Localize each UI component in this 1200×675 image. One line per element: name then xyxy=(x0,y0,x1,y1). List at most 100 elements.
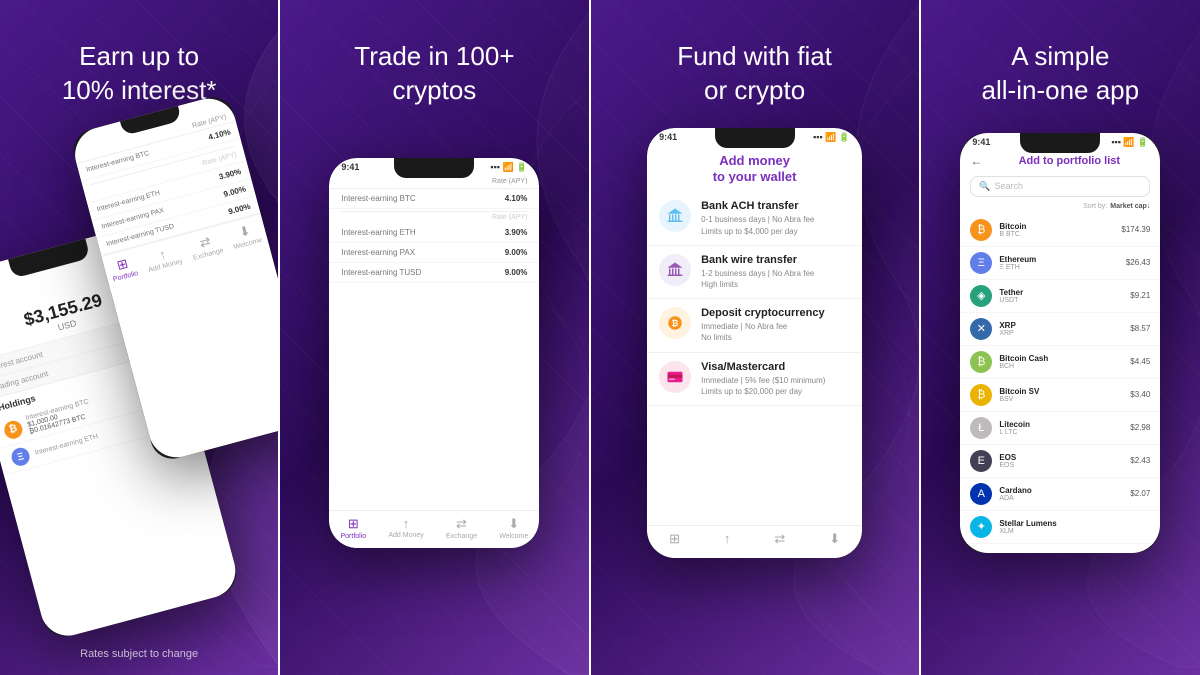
sort-arrow-icon[interactable]: ↓ xyxy=(1147,203,1151,210)
rate-header-3: Rate (APY) xyxy=(477,178,527,185)
eth-crypto-info: Ethereum Ξ ETH xyxy=(999,255,1126,271)
xrp-crypto-info: XRP XRP xyxy=(999,321,1130,337)
welcome-icon-3: ⬇ xyxy=(508,516,519,532)
list-item-xrp[interactable]: ✕ XRP XRP $8.57 xyxy=(960,313,1160,346)
ltc-coin-icon: Ł xyxy=(970,417,992,439)
btc-row-3: Interest-earning BTC 4.10% xyxy=(329,189,539,209)
phone-mockup-5: 9:41 ▪▪▪ 📶 🔋 ← Add to portfolio list 🔍 S… xyxy=(960,133,1160,553)
nav-3-4[interactable]: ⇄ xyxy=(774,531,785,548)
nav-add-3[interactable]: ↑ Add Money xyxy=(388,516,423,539)
nav-2-4[interactable]: ↑ xyxy=(724,531,731,547)
list-item-bch[interactable]: ₿ Bitcoin Cash BCH $4.45 xyxy=(960,346,1160,379)
nav-1-4[interactable]: ⊞ xyxy=(669,531,680,548)
xlm-ticker: XLM xyxy=(999,528,1150,535)
xlm-coin-icon: ✦ xyxy=(970,516,992,538)
wire-desc: 1-2 business days | No Abra feeHigh limi… xyxy=(701,268,814,290)
card-option[interactable]: Visa/Mastercard Immediate | 5% fee ($10 … xyxy=(647,353,862,406)
back-arrow[interactable]: ← xyxy=(970,154,982,168)
exchange-icon: ⇄ xyxy=(198,233,213,251)
list-item-usdt[interactable]: ◈ Tether USDT $9.21 xyxy=(960,280,1160,313)
pax-name-3: Interest-earning PAX xyxy=(341,248,477,257)
list-item-eth[interactable]: Ξ Ethereum Ξ ETH $26.43 xyxy=(960,247,1160,280)
add-money-icon: ↑ xyxy=(157,245,167,261)
list-item-btc[interactable]: ₿ Bitcoin B BTC $174.39 xyxy=(960,214,1160,247)
ltc-ticker: L LTC xyxy=(999,429,1130,436)
eos-crypto-info: EOS EOS xyxy=(999,453,1130,469)
phone-screen-5: 9:41 ▪▪▪ 📶 🔋 ← Add to portfolio list 🔍 S… xyxy=(960,133,1160,553)
list-item-ltc[interactable]: Ł Litecoin L LTC $2.98 xyxy=(960,412,1160,445)
crypto-title: Deposit cryptocurrency xyxy=(701,307,824,319)
card-title: Visa/Mastercard xyxy=(701,361,825,373)
search-icon: 🔍 xyxy=(979,181,990,192)
ach-option[interactable]: Bank ACH transfer 0-1 business days | No… xyxy=(647,192,862,245)
wire-title: Bank wire transfer xyxy=(701,254,814,266)
ltc-crypto-price: $2.98 xyxy=(1130,423,1150,432)
eth-row-3: Interest-earning ETH 3.90% xyxy=(329,223,539,243)
add-label-3: Add Money xyxy=(388,532,423,539)
btc-crypto-price: $174.39 xyxy=(1121,225,1150,234)
panel3-headline: Fund with fiat or crypto xyxy=(657,40,852,108)
phone-screen-3: 9:41 ▪▪▪ 📶 🔋 Rate (APY) Interest-earning… xyxy=(329,158,539,548)
list-item-bsv[interactable]: ₿ Bitcoin SV BSV $3.40 xyxy=(960,379,1160,412)
panel-trade-cryptos: Trade in 100+ cryptos 9:41 ▪▪▪ 📶 🔋 Rate … xyxy=(280,0,589,675)
nav-exchange[interactable]: ⇄ Exchange xyxy=(188,230,224,261)
nav-welcome-3[interactable]: ⬇ Welcome xyxy=(499,516,528,540)
phones-container: USD ▪▪▪ 📶 ☰ ♟ $3,155.29 USD Interest acc… xyxy=(0,108,278,648)
eos-crypto-price: $2.43 xyxy=(1130,456,1150,465)
btc-icon: ₿ xyxy=(2,418,24,440)
portfolio-icon-3: ⊞ xyxy=(348,516,359,532)
search-bar[interactable]: 🔍 Search xyxy=(970,176,1150,197)
eth-coin-icon: Ξ xyxy=(970,252,992,274)
eth-name-3: Interest-earning ETH xyxy=(341,228,477,237)
crypto-option[interactable]: ₿ Deposit cryptocurrency Immediate | No … xyxy=(647,299,862,352)
bch-crypto-price: $4.45 xyxy=(1130,357,1150,366)
wire-icon xyxy=(659,254,691,286)
nav-4-4[interactable]: ⬇ xyxy=(829,531,840,548)
portfolio-label-3: Portfolio xyxy=(340,533,366,540)
crypto-icon: ₿ xyxy=(659,307,691,339)
phone-mockup-3: 9:41 ▪▪▪ 📶 🔋 Rate (APY) Interest-earning… xyxy=(329,158,539,548)
nav-portfolio[interactable]: ⊞ Portfolio xyxy=(108,253,139,283)
btc-ticker: B BTC xyxy=(999,231,1121,238)
welcome-icon: ⬇ xyxy=(237,222,252,240)
wire-option[interactable]: Bank wire transfer 1-2 business days | N… xyxy=(647,246,862,299)
bsv-ticker: BSV xyxy=(999,396,1130,403)
card-desc: Immediate | 5% fee ($10 minimum)Limits u… xyxy=(701,375,825,397)
phone-notch-5 xyxy=(1020,133,1100,153)
eth-ticker: Ξ ETH xyxy=(999,264,1126,271)
xlm-crypto-name: Stellar Lumens xyxy=(999,519,1150,528)
nav-icon-4-4: ⬇ xyxy=(829,531,840,547)
list-item-eos[interactable]: E EOS EOS $2.43 xyxy=(960,445,1160,478)
list-item-xlm[interactable]: ✦ Stellar Lumens XLM xyxy=(960,511,1160,544)
btc-name-3: Interest-earning BTC xyxy=(341,194,477,203)
nav-portfolio-3[interactable]: ⊞ Portfolio xyxy=(340,516,366,540)
crypto-deposit-icon: ₿ xyxy=(666,314,684,332)
bank-icon-wire xyxy=(666,261,684,279)
card-text: Visa/Mastercard Immediate | 5% fee ($10 … xyxy=(701,361,825,397)
nav-icon-3-4: ⇄ xyxy=(774,531,785,547)
sort-value: Market cap xyxy=(1110,203,1147,210)
btc-rate-3: 4.10% xyxy=(477,194,527,203)
xlm-crypto-info: Stellar Lumens XLM xyxy=(999,519,1150,535)
bottom-nav-4: ⊞ ↑ ⇄ ⬇ xyxy=(647,525,862,558)
tusd-name-3: Interest-earning TUSD xyxy=(341,268,477,277)
bch-crypto-name: Bitcoin Cash xyxy=(999,354,1130,363)
eos-crypto-name: EOS xyxy=(999,453,1130,462)
btc-crypto-info: Bitcoin B BTC xyxy=(999,222,1121,238)
wire-text: Bank wire transfer 1-2 business days | N… xyxy=(701,254,814,290)
xrp-crypto-price: $8.57 xyxy=(1130,324,1150,333)
svg-text:₿: ₿ xyxy=(672,318,679,328)
nav-add-money[interactable]: ↑ Add Money xyxy=(143,242,183,273)
nav-exchange-3[interactable]: ⇄ Exchange xyxy=(446,516,477,540)
nav-welcome[interactable]: ⬇ Welcome xyxy=(229,220,263,251)
tusd-row-3: Interest-earning TUSD 9.00% xyxy=(329,263,539,283)
search-placeholder: Search xyxy=(995,181,1024,191)
nav-icon-2-4: ↑ xyxy=(724,531,731,546)
sort-label: Sort by: xyxy=(1083,203,1107,210)
list-item-ada[interactable]: A Cardano ADA $2.07 xyxy=(960,478,1160,511)
ltc-crypto-name: Litecoin xyxy=(999,420,1130,429)
bch-crypto-info: Bitcoin Cash BCH xyxy=(999,354,1130,370)
eth-rate-3: 3.90% xyxy=(477,228,527,237)
pax-row-3: Interest-earning PAX 9.00% xyxy=(329,243,539,263)
xrp-crypto-name: XRP xyxy=(999,321,1130,330)
